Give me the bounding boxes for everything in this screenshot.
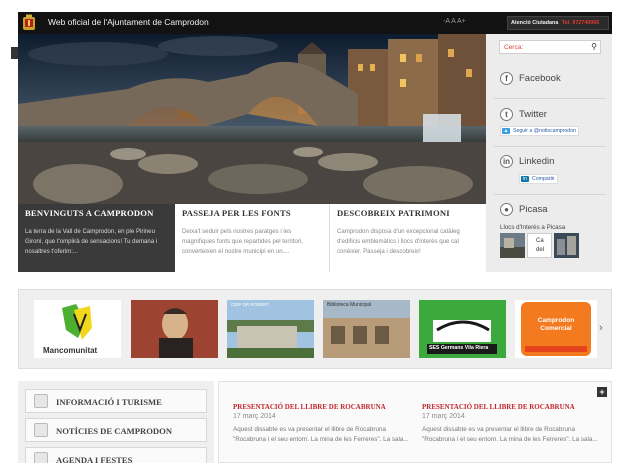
news-text: Aquest dissabte es va presentar el llibr… <box>233 426 409 443</box>
carousel-item-library[interactable]: Biblioteca Municipal <box>323 300 410 358</box>
carousel-item-ses[interactable]: SES Germans Vila Riera <box>419 300 506 358</box>
portrait-photo <box>131 300 218 358</box>
divider <box>494 194 606 195</box>
menu-item-label: Notícies de Camprodon <box>56 426 173 436</box>
citizen-phone: Tel. 972740005 <box>561 20 600 26</box>
divider <box>494 146 606 147</box>
hero-image[interactable] <box>18 34 486 204</box>
carousel-item-label: CEIP DR ROBERT <box>231 302 270 307</box>
news-title[interactable]: Presentació del llibre de Rocabruna <box>422 402 600 412</box>
font-size-control[interactable]: -A A A+ <box>443 18 466 25</box>
news-date: 17 març 2014 <box>422 413 465 420</box>
picasa-thumbnail[interactable] <box>500 233 525 258</box>
search-box: ⚲ <box>499 40 601 54</box>
carousel-item-label: Camprodon Comercial <box>537 317 575 332</box>
menu-item-label: Informació i turisme <box>56 397 162 407</box>
feature-title[interactable]: Descobreix patrimoni <box>337 208 479 218</box>
sidebar: ⚲ f Facebook t Twitter ▲ Seguir a @notis… <box>486 34 612 272</box>
linkedin-label: Linkedin <box>519 156 555 167</box>
linkedin-share-button[interactable]: in Compartir <box>519 174 558 184</box>
logos-carousel: Mancomunitat CEIP DR ROBERT Biblioteca M… <box>18 289 612 369</box>
quick-menu: Informació i turisme Notícies de Camprod… <box>18 381 214 463</box>
coat-of-arms-logo[interactable] <box>22 14 36 32</box>
twitter-follow-button[interactable]: ▲ Seguir a @notiscamprodon <box>500 126 579 136</box>
menu-item-news[interactable]: Notícies de Camprodon <box>25 418 207 442</box>
news-item[interactable]: Presentació del llibre de Rocabruna 17 m… <box>422 402 600 444</box>
linkedin-share-label: Compartir <box>532 176 555 182</box>
picasa-thumbnail[interactable]: Ca del <box>527 233 552 258</box>
library-photo <box>323 300 410 358</box>
feature-text: Deixa't seduir pels nostres paratges i l… <box>182 228 303 255</box>
twitter-icon: t <box>500 108 513 121</box>
carousel-item-label: Biblioteca Municipal <box>327 302 372 308</box>
carousel-item-school[interactable]: CEIP DR ROBERT <box>227 300 314 358</box>
picasa-label: Picasa <box>519 204 548 215</box>
feature-fonts[interactable]: Passeja per les fonts Deixa't seduir pel… <box>175 204 330 272</box>
info-icon <box>34 394 48 408</box>
carousel-item-commerce[interactable]: Camprodon Comercial <box>515 300 597 358</box>
citizen-service-label: Atenció Ciutadana <box>511 20 559 26</box>
site-title[interactable]: Web oficial de l'Ajuntament de Camprodon <box>48 17 209 27</box>
news-icon <box>34 423 48 437</box>
news-title[interactable]: Presentació del llibre de Rocabruna <box>233 402 411 412</box>
citizen-service-box[interactable]: Atenció Ciutadana Tel. 972740005 <box>507 16 609 30</box>
search-input[interactable] <box>504 42 584 53</box>
side-edge-mark <box>11 47 18 59</box>
feature-title[interactable]: Passeja per les fonts <box>182 208 322 218</box>
page: Web oficial de l'Ajuntament de Camprodon… <box>0 0 618 463</box>
linkedin-icon: in <box>500 155 513 168</box>
feature-text: La terra de la Vall de Camprodon, en ple… <box>25 228 158 255</box>
menu-item-agenda[interactable]: Agenda i festes <box>25 447 207 463</box>
feature-heritage[interactable]: Descobreix patrimoni Camprodon disposa d… <box>330 204 486 272</box>
news-date: 17 març 2014 <box>233 413 276 420</box>
facebook-icon: f <box>500 72 513 85</box>
news-more-button[interactable]: + <box>597 387 607 397</box>
news-text: Aquest dissabte es va presentar el llibr… <box>422 426 598 443</box>
picasa-thumbnail-caption: Ca del <box>536 238 545 253</box>
menu-item-label: Agenda i festes <box>56 455 133 463</box>
menu-item-tourism[interactable]: Informació i turisme <box>25 389 207 413</box>
search-icon[interactable]: ⚲ <box>591 42 597 51</box>
top-bar: Web oficial de l'Ajuntament de Camprodon… <box>18 12 612 34</box>
picasa-thumbnail[interactable] <box>554 233 579 258</box>
news-panel: + Presentació del llibre de Rocabruna 17… <box>218 381 612 463</box>
calendar-icon <box>34 452 48 463</box>
carousel-item-label: Mancomunitat <box>43 346 98 355</box>
carousel-item-portrait[interactable] <box>131 300 218 358</box>
picasa-icon: ● <box>500 203 513 216</box>
twitter-follow-label: Seguir a @notiscamprodon <box>513 128 576 134</box>
facebook-label: Facebook <box>519 73 561 84</box>
picasa-interest-label: Llocs d'Interès a Picasa <box>500 224 566 231</box>
news-item[interactable]: Presentació del llibre de Rocabruna 17 m… <box>233 402 411 444</box>
feature-text: Camprodon disposa d'un excepcional catàl… <box>337 228 460 255</box>
divider <box>494 98 606 99</box>
school-photo <box>227 300 314 358</box>
feature-title[interactable]: Benvinguts a Camprodon <box>25 208 168 218</box>
feature-columns: Benvinguts a Camprodon La terra de la Va… <box>18 204 486 272</box>
twitter-label: Twitter <box>519 109 547 120</box>
feature-welcome[interactable]: Benvinguts a Camprodon La terra de la Va… <box>18 204 175 272</box>
carousel-next-arrow[interactable]: › <box>599 322 603 334</box>
bird-icon: ▲ <box>502 128 510 134</box>
carousel-item-label: SES Germans Vila Riera <box>429 345 489 351</box>
linkedin-mini-icon: in <box>521 176 529 182</box>
carousel-item-mancomunitat[interactable]: Mancomunitat <box>34 300 121 358</box>
